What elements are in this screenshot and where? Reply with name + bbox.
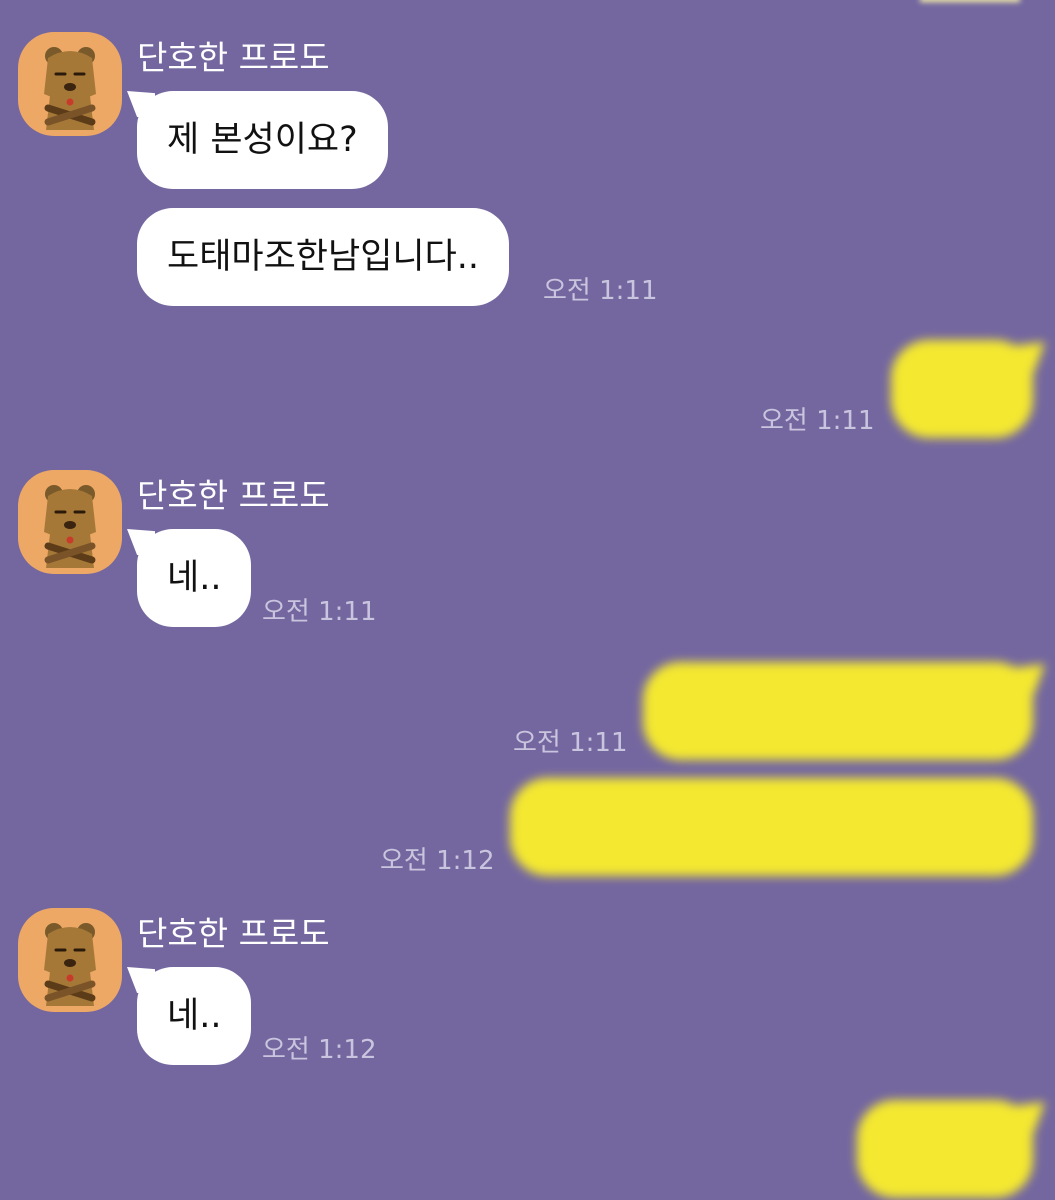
- their-message-bubble[interactable]: 네..: [137, 967, 252, 1065]
- my-message-bubble-redacted[interactable]: [643, 662, 1033, 760]
- their-message-bubble[interactable]: 네..: [137, 529, 252, 627]
- my-message-bubble-redacted[interactable]: [510, 778, 1033, 876]
- their-message-bubble[interactable]: 제 본성이요?: [137, 91, 388, 189]
- message-timestamp: 오전 1:12: [380, 846, 495, 876]
- message-timestamp: 오전 1:11: [543, 276, 658, 306]
- sender-name: 단호한 프로도: [137, 476, 330, 515]
- previous-message-edge: [920, 0, 1020, 2]
- sender-name: 단호한 프로도: [137, 914, 330, 953]
- message-timestamp: 오전 1:11: [262, 597, 377, 627]
- ryan-bear-icon: [44, 47, 96, 130]
- my-message-bubble-redacted[interactable]: [857, 1100, 1033, 1198]
- message-timestamp: 오전 1:11: [513, 728, 628, 758]
- sender-avatar[interactable]: [18, 470, 122, 574]
- message-timestamp: 오전 1:12: [262, 1035, 377, 1065]
- sender-name: 단호한 프로도: [137, 38, 330, 77]
- my-message-bubble-redacted[interactable]: [891, 340, 1033, 438]
- ryan-bear-icon: [44, 485, 96, 568]
- chat-room[interactable]: 단호한 프로도 제 본성이요? 도태마조한남입니다.. 오전 1:11 오전 1…: [0, 0, 1055, 1200]
- their-message-bubble[interactable]: 도태마조한남입니다..: [137, 208, 510, 306]
- ryan-bear-icon: [44, 923, 96, 1006]
- message-timestamp: 오전 1:11: [760, 406, 875, 436]
- sender-avatar[interactable]: [18, 908, 122, 1012]
- sender-avatar[interactable]: [18, 32, 122, 136]
